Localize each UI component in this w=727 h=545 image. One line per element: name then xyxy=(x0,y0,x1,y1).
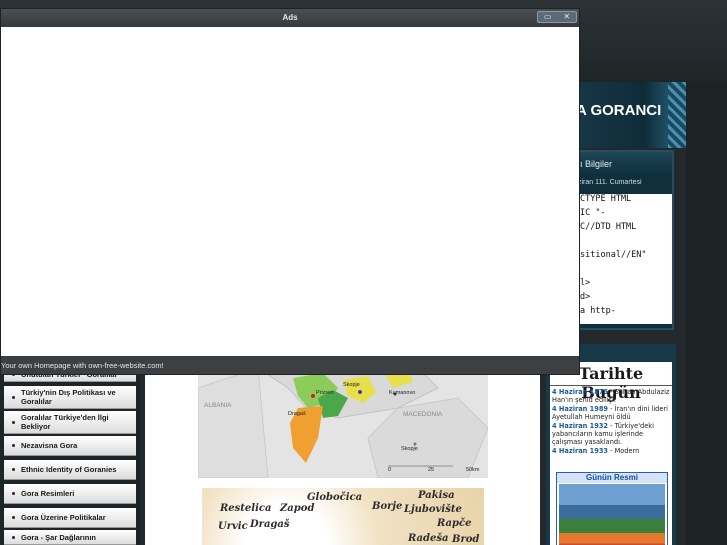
map-city-prizren: Prizren xyxy=(316,390,334,396)
gunun-resmi-photo[interactable] xyxy=(559,484,665,545)
poster-word: Radeša xyxy=(408,533,449,544)
code-line: d> xyxy=(580,292,591,302)
map-scale-0: 0 xyxy=(388,467,392,473)
ads-window: Ads ▭ ✕ Your own Homepage with own-free-… xyxy=(0,8,580,375)
map-label-albania: ALBANIA xyxy=(204,402,232,409)
tarihte-entry: 4 Haziran 1932 - Türkiye'deki yabancılar… xyxy=(552,422,671,447)
poster-word: Dragaš xyxy=(250,519,290,530)
poster-word: Globočica xyxy=(307,492,363,503)
poster-word: Ljubovište xyxy=(404,504,462,515)
villages-poster[interactable]: Globočica Pakisa Restelica Zapod Borje L… xyxy=(202,488,484,545)
bullet-icon xyxy=(12,395,15,399)
nav-item-label: Goralılar Türkiye'den İlgi Bekliyor xyxy=(21,413,109,431)
nav-item[interactable]: Türkiy'nin Dış Politikası ve Goralılar xyxy=(4,386,136,409)
tarihte-entries: 4 Haziran 1876 - Sultan Abdulaziz Han'ın… xyxy=(550,386,672,455)
nav-item-label: Ethnic Identity of Goranies xyxy=(21,465,117,474)
nav-item-label: Gora Üzerine Politikalar xyxy=(21,513,106,522)
code-line: l> xyxy=(580,278,591,288)
tarihte-entry-date-link[interactable]: 4 Haziran 1933 xyxy=(552,447,608,455)
region-map[interactable]: ALBANIA MACEDONIA Prizren Skopje Kumanov… xyxy=(198,368,488,478)
map-label-macedonia: MACEDONIA xyxy=(403,411,443,418)
code-line: C//DTD HTML xyxy=(580,222,637,232)
tarihte-entry-date-link[interactable]: 4 Haziran 1989 xyxy=(552,405,608,413)
poster-word: Restelica xyxy=(220,503,272,514)
tarihte-entry-date-link[interactable]: 4 Haziran 1932 xyxy=(552,422,608,430)
bullet-icon xyxy=(12,468,15,471)
ads-status-link[interactable]: Your own Homepage with own-free-website.… xyxy=(1,358,579,374)
poster-word: Zapod xyxy=(280,503,315,514)
nav-item[interactable]: Goralılar Türkiye'den İlgi Bekliyor xyxy=(4,411,136,434)
map-city-skopje-top: Skopje xyxy=(343,382,360,388)
site-title: A GORANCI xyxy=(576,102,662,119)
tarihte-entry: 4 Haziran 1876 - Sultan Abdulaziz Han'ın… xyxy=(552,388,671,405)
page-right-margin xyxy=(686,82,727,545)
nav-item[interactable]: Nezavisna Gora xyxy=(4,436,136,456)
left-nav: Unutulan Türkler "Goralılar" Türkiy'nin … xyxy=(0,366,140,545)
nav-item[interactable]: Ethnic Identity of Goranies xyxy=(4,460,136,480)
map-scale-25: 25 xyxy=(428,467,435,473)
map-city-kumanovo: Kumanovo xyxy=(389,390,416,396)
poster-word: Brod xyxy=(452,534,480,545)
nav-item-label: Nezavisna Gora xyxy=(21,441,78,450)
bullet-icon xyxy=(12,420,15,424)
map-city-skopje: Skopje xyxy=(401,446,418,452)
maximize-icon[interactable]: ▭ xyxy=(544,13,552,21)
ads-window-title: Ads xyxy=(282,13,298,22)
ads-title-bar[interactable]: Ads ▭ ✕ xyxy=(1,9,579,27)
banner-pattern xyxy=(668,82,686,148)
poster-word: Pakisa xyxy=(418,490,455,501)
tarihte-content: Tarihte Bugün 4 Haziran 1876 - Sultan Ab… xyxy=(550,362,672,545)
bullet-icon xyxy=(12,444,15,447)
nav-item-label: Gora Resimleri xyxy=(21,489,75,498)
poster-word: Rapče xyxy=(437,518,472,529)
tarihte-entry-date-link[interactable]: 4 Haziran 1876 xyxy=(552,388,608,396)
nav-item-label: Türkiy'nin Dış Politikası ve Goralılar xyxy=(21,388,116,406)
code-line: a http- xyxy=(580,306,616,316)
bullet-icon xyxy=(12,492,15,495)
poster-word: Urvic xyxy=(218,521,248,532)
close-icon[interactable]: ✕ xyxy=(563,13,570,21)
gunun-resmi-heading: Günün Resmi xyxy=(557,473,667,483)
ads-content-area[interactable] xyxy=(1,27,579,356)
poster-word: Borje xyxy=(372,501,403,512)
tarihte-entry: 4 Haziran 1933 - Modern xyxy=(552,447,671,455)
map-scale-50: 50km xyxy=(466,467,480,473)
nav-item[interactable]: Gora - Şar Dağlarının xyxy=(4,530,136,545)
code-line: sitional//EN" xyxy=(580,250,647,260)
info-box-code: CTYPE HTML IC "- C//DTD HTML sitional//E… xyxy=(578,194,672,324)
nav-item[interactable]: Gora Üzerine Politikalar xyxy=(4,508,136,528)
window-controls: ▭ ✕ xyxy=(537,11,577,23)
bullet-icon xyxy=(12,535,15,539)
code-line: CTYPE HTML xyxy=(580,194,632,204)
bullet-icon xyxy=(12,516,15,519)
map-city-dragas: Dragaš xyxy=(288,411,306,417)
gunun-resmi-box: Günün Resmi xyxy=(556,472,668,545)
nav-item-label: Gora - Şar Dağlarının xyxy=(21,532,97,542)
nav-item[interactable]: Gora Resimleri xyxy=(4,484,136,504)
code-line: IC "- xyxy=(580,208,606,218)
tarihte-entry-text: - Modern xyxy=(608,446,640,455)
tarihte-entry: 4 Haziran 1989 - İran'ın dini lideri Aye… xyxy=(552,405,671,422)
